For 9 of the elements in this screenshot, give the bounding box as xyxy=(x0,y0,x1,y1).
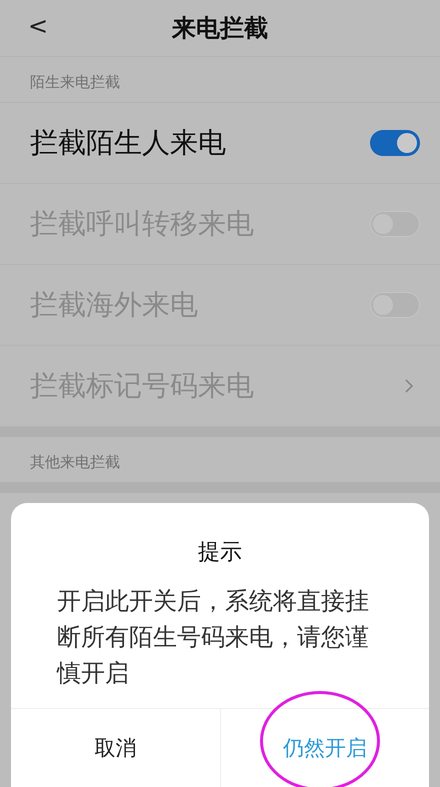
dialog-message: 开启此开关后，系统将直接挂断所有陌生号码来电，请您谨慎开启 xyxy=(57,586,370,689)
dialog-title: 提示 xyxy=(197,539,243,567)
back-button[interactable]: < xyxy=(28,12,48,40)
chevron-right-icon xyxy=(404,378,414,394)
section-title: 其他来电拦截 xyxy=(0,437,440,483)
section-title: 陌生来电拦截 xyxy=(0,57,440,103)
toggle-switch[interactable] xyxy=(370,130,420,156)
page-title: 来电拦截 xyxy=(172,13,268,44)
setting-label: 拦截陌生人来电 xyxy=(30,125,226,161)
